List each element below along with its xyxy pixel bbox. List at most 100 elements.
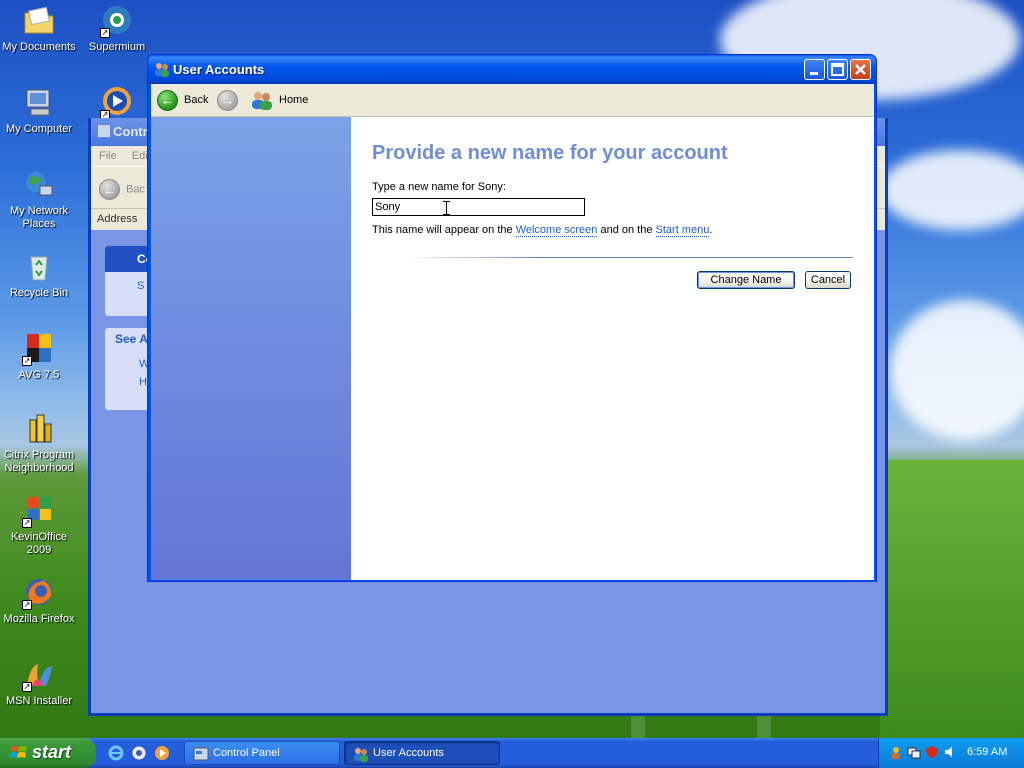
control-panel-icon	[193, 746, 209, 762]
clock[interactable]: 6:59 AM	[967, 746, 1007, 758]
media-player-icon: ↗	[100, 86, 134, 120]
control-panel-icon	[97, 124, 111, 138]
supermium-icon: ↗	[100, 4, 134, 38]
desktop-icon-recycle-bin[interactable]: Recycle Bin	[0, 250, 78, 300]
desktop-icon-label: AVG 7.5	[18, 369, 60, 381]
media-play-icon[interactable]	[154, 745, 170, 761]
name-note: This name will appear on the Welcome scr…	[372, 224, 713, 237]
address-label: Address	[97, 213, 138, 225]
watermark-shape	[331, 650, 371, 690]
folder-icon	[22, 4, 56, 38]
desktop-icon-supermium[interactable]: ↗ Supermium	[78, 4, 156, 54]
shortcut-arrow-icon: ↗	[22, 682, 32, 692]
desktop-icon-citrix[interactable]: Citrix Program Neighborhood	[0, 412, 78, 475]
shortcut-arrow-icon: ↗	[100, 28, 110, 38]
office-icon: ↗	[22, 494, 56, 528]
users-icon	[353, 746, 369, 762]
forward-button[interactable]: →	[217, 88, 244, 112]
desktop-icon-label: KevinOffice 2009	[10, 531, 68, 556]
tray-app-icon[interactable]	[889, 745, 903, 759]
internet-explorer-icon[interactable]	[108, 745, 124, 761]
desktop-icon-label: Supermium	[88, 41, 146, 53]
menu-file[interactable]: File	[99, 150, 117, 162]
note-text: and on the	[597, 224, 656, 236]
desktop-icon-network-places[interactable]: My Network Places	[0, 168, 78, 231]
desktop-icon-label: Citrix Program Neighborhood	[3, 449, 75, 474]
system-tray: 6:59 AM	[878, 738, 1024, 768]
user-accounts-icon	[154, 61, 170, 77]
back-button[interactable]: ← Back	[157, 88, 208, 112]
back-arrow-icon[interactable]: ←	[99, 179, 120, 200]
desktop-icon-label: Mozilla Firefox	[3, 613, 75, 625]
desktop-icon-label: MSN Installer	[5, 695, 73, 707]
media-player-icon[interactable]	[131, 745, 147, 761]
text-cursor-icon	[443, 201, 450, 215]
home-label: Home	[279, 94, 309, 106]
page-title: Provide a new name for your account	[372, 142, 728, 164]
start-button[interactable]: start	[0, 738, 96, 768]
desktop-icon-my-documents[interactable]: My Documents	[0, 4, 78, 54]
back-arrow-icon: ←	[157, 89, 178, 111]
start-menu-link[interactable]: Start menu	[655, 224, 710, 237]
desktop-icon-label: My Network Places	[9, 205, 69, 230]
tray-network-icon[interactable]	[907, 745, 921, 759]
task-label: User Accounts	[373, 747, 444, 759]
name-prompt-label: Type a new name for Sony:	[372, 181, 506, 193]
desktop-icon-my-computer[interactable]: My Computer	[0, 86, 78, 136]
minimize-button[interactable]	[804, 59, 825, 80]
desktop-icon-firefox[interactable]: ↗ Mozilla Firefox	[0, 576, 78, 626]
user-accounts-content: Provide a new name for your account Type…	[351, 117, 874, 580]
close-icon	[855, 64, 866, 75]
menu-edit[interactable]: Edi	[132, 150, 148, 162]
window-title: User Accounts	[173, 62, 265, 77]
forward-arrow-icon: →	[217, 89, 238, 111]
shortcut-arrow-icon: ↗	[22, 356, 32, 366]
task-label: Control Panel	[213, 747, 280, 759]
taskbar-control-panel-button[interactable]: Control Panel	[184, 741, 340, 765]
home-button[interactable]: Home	[251, 88, 308, 112]
back-label: Back	[184, 94, 209, 106]
desktop-icon-label: Recycle Bin	[9, 287, 69, 299]
user-accounts-left-pane	[151, 117, 351, 580]
desktop-icon-label: My Documents	[2, 41, 76, 53]
firefox-icon: ↗	[22, 576, 56, 610]
control-panel-back-label[interactable]: Bac	[126, 183, 145, 195]
desktop-icon-kevinoffice[interactable]: ↗ KevinOffice 2009	[0, 494, 78, 557]
shortcut-arrow-icon: ↗	[22, 518, 32, 528]
desktop-hill	[880, 460, 1024, 740]
new-name-input[interactable]	[372, 198, 585, 216]
maximize-icon	[831, 63, 844, 76]
recycle-bin-icon	[22, 250, 56, 284]
desktop-icon-label: My Computer	[5, 123, 73, 135]
msn-icon: ↗	[22, 658, 56, 692]
change-name-button[interactable]: Change Name	[697, 271, 795, 289]
windows-flag-icon	[10, 744, 28, 762]
control-panel-title: Contr	[113, 124, 148, 139]
tray-volume-icon[interactable]	[943, 745, 957, 759]
minimize-icon	[810, 72, 818, 75]
network-icon	[22, 168, 56, 202]
close-button[interactable]	[850, 59, 871, 80]
cloud	[890, 300, 1024, 440]
shortcut-arrow-icon: ↗	[22, 600, 32, 610]
watermark-shape	[601, 650, 641, 690]
desktop-icon-msn-installer[interactable]: ↗ MSN Installer	[0, 658, 78, 708]
user-accounts-body: ← Back → Home Provide a new name for you…	[151, 84, 874, 580]
welcome-screen-link[interactable]: Welcome screen	[515, 224, 598, 237]
start-label: start	[32, 742, 72, 762]
note-text: .	[709, 224, 713, 236]
users-icon	[251, 90, 273, 110]
user-accounts-titlebar[interactable]: User Accounts	[148, 55, 876, 84]
desktop-icon-avg[interactable]: ↗ AVG 7.5	[0, 332, 78, 382]
taskbar-user-accounts-button[interactable]: User Accounts	[344, 741, 500, 765]
note-text: This name will appear on the	[372, 224, 516, 236]
user-accounts-window[interactable]: User Accounts ← Back → Home Provide a ne…	[147, 54, 877, 582]
tray-security-icon[interactable]	[925, 745, 939, 759]
maximize-button[interactable]	[827, 59, 848, 80]
divider	[405, 257, 853, 258]
computer-icon	[22, 86, 56, 120]
taskbar: start Control Panel User Accounts 6:59 A…	[0, 738, 1024, 768]
cancel-button[interactable]: Cancel	[805, 271, 851, 289]
user-accounts-toolbar: ← Back → Home	[151, 84, 874, 117]
citrix-icon	[22, 412, 56, 446]
